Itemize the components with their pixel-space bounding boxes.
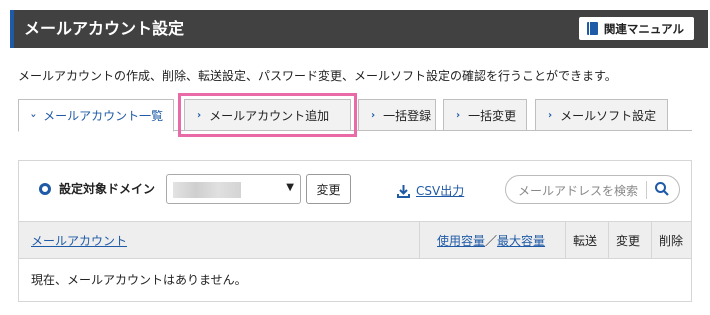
sort-max-link[interactable]: 最大容量 <box>497 232 545 249</box>
table-header: メールアカウント 使用容量 ／ 最大容量 転送 変更 削除 <box>19 221 691 259</box>
page-title: メールアカウント設定 <box>24 19 185 38</box>
header-accent-bar <box>10 10 14 48</box>
domain-label: 設定対象ドメイン <box>59 182 156 196</box>
page-header: メールアカウント設定 関連マニュアル <box>10 10 708 48</box>
tab-account-list[interactable]: › メールアカウント一覧 <box>18 99 174 132</box>
tab-bulk-change[interactable]: › 一括変更 <box>443 99 527 131</box>
search-icon[interactable] <box>654 181 670 200</box>
chevron-right-icon: › <box>456 109 461 121</box>
book-icon <box>586 22 598 35</box>
search-box[interactable]: メールアドレスを検索 <box>505 175 680 204</box>
tab-label: メールアカウント追加 <box>209 108 330 123</box>
domain-value-redacted <box>173 182 241 198</box>
column-divider <box>565 222 566 258</box>
tab-label: 一括登録 <box>383 108 432 123</box>
csv-export-label: CSV出力 <box>416 184 465 198</box>
tab-mail-software-settings[interactable]: › メールソフト設定 <box>535 99 668 131</box>
col-account-header[interactable]: メールアカウント <box>31 222 127 258</box>
col-change-header: 変更 <box>616 233 641 248</box>
chevron-down-icon: ▼ <box>286 182 294 193</box>
col-delete-header: 削除 <box>659 233 684 248</box>
search-input[interactable]: メールアドレスを検索 <box>518 182 638 199</box>
tab-bar: › メールアカウント一覧 › メールアカウント追加 › 一括登録 › 一括変更 … <box>18 93 692 137</box>
download-icon <box>397 184 410 198</box>
col-capacity-header: 使用容量 ／ 最大容量 <box>437 222 545 258</box>
search-divider <box>646 181 647 199</box>
sort-usage-link[interactable]: 使用容量 <box>437 232 485 249</box>
sort-account-link[interactable]: メールアカウント <box>31 232 127 249</box>
toolbar: 設定対象ドメイン ▼ 変更 CSV出力 メールアドレスを検索 <box>19 161 691 221</box>
tab-bulk-register[interactable]: › 一括登録 <box>358 99 436 131</box>
radio-selected-icon <box>39 183 51 195</box>
col-forward-header: 転送 <box>573 233 598 248</box>
empty-state-message: 現在、メールアカウントはありません。 <box>31 273 247 287</box>
capacity-separator: ／ <box>485 233 498 248</box>
page-description: メールアカウントの作成、削除、転送設定、パスワード変更、メールソフト設定の確認を… <box>18 69 617 83</box>
account-list-panel: 設定対象ドメイン ▼ 変更 CSV出力 メールアドレスを検索 メールアカウント … <box>18 160 692 302</box>
tab-label: メールアカウント一覧 <box>43 109 164 123</box>
related-manual-button[interactable]: 関連マニュアル <box>578 17 694 40</box>
domain-select[interactable]: ▼ <box>166 174 301 204</box>
tab-account-add[interactable]: › メールアカウント追加 <box>178 93 357 137</box>
column-divider <box>419 222 420 258</box>
chevron-right-icon: › <box>197 109 202 121</box>
csv-export-link[interactable]: CSV出力 <box>397 182 464 199</box>
change-domain-button[interactable]: 変更 <box>306 174 351 204</box>
column-divider <box>608 222 609 258</box>
chevron-down-icon: › <box>27 113 39 118</box>
related-manual-label: 関連マニュアル <box>603 21 684 36</box>
tab-label: 一括変更 <box>468 108 517 123</box>
column-divider <box>651 222 652 258</box>
chevron-right-icon: › <box>548 109 553 121</box>
tab-label: メールソフト設定 <box>560 108 657 123</box>
chevron-right-icon: › <box>371 109 376 121</box>
